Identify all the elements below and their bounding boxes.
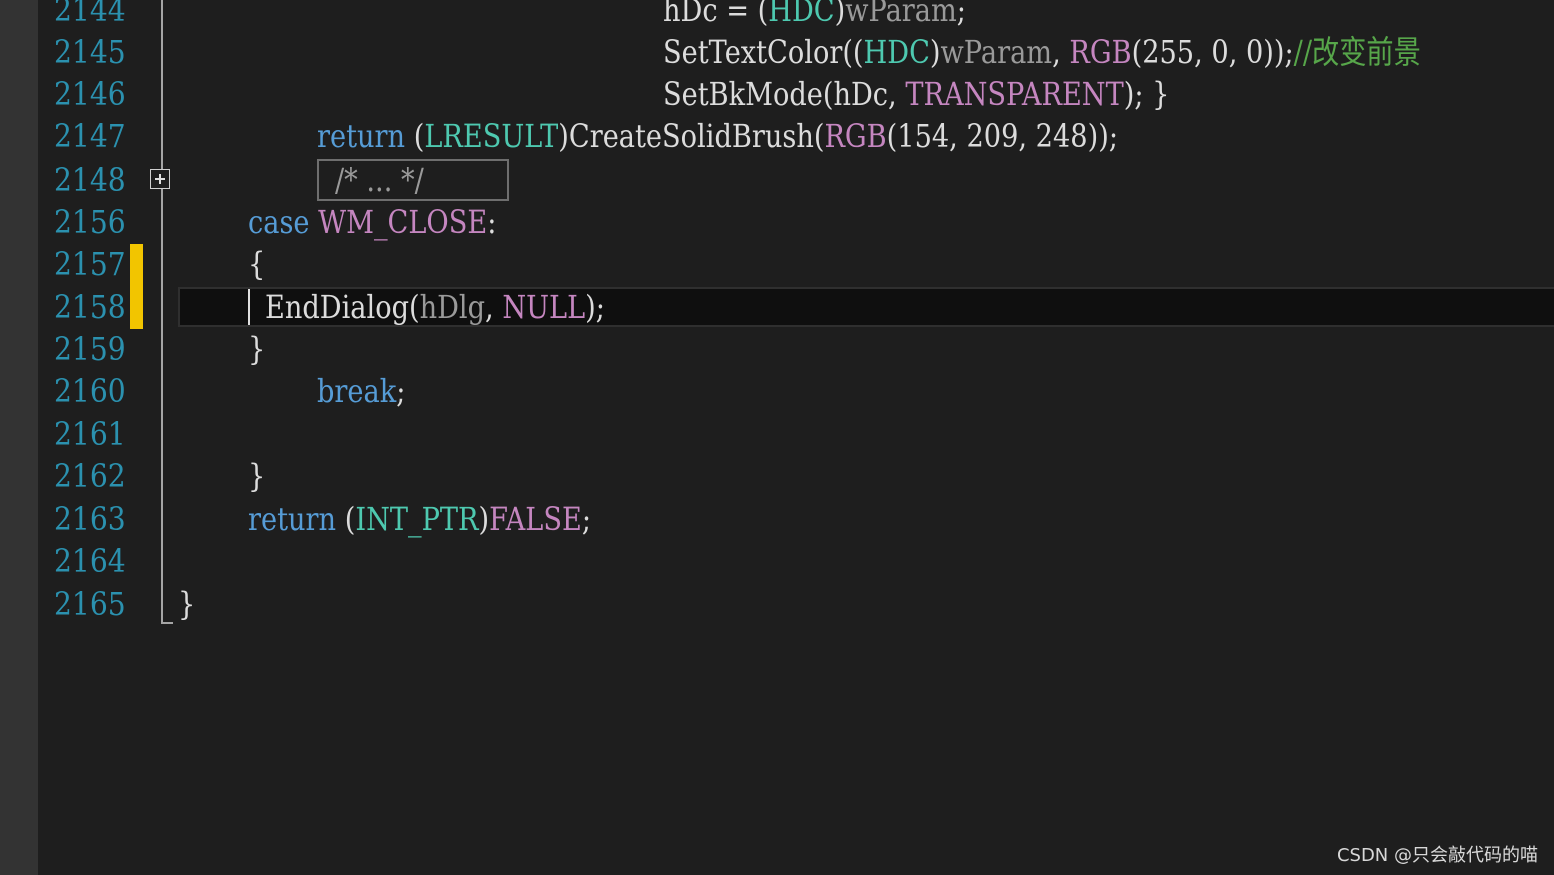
code-token: :	[487, 203, 497, 241]
code-token: //改变前景	[1293, 33, 1421, 71]
code-line[interactable]: 2156 case WM_CLOSE:	[38, 201, 1554, 243]
line-number: 2165	[54, 585, 126, 623]
code-token: (	[757, 0, 769, 29]
code-text[interactable]: case WM_CLOSE:	[248, 201, 496, 243]
code-line[interactable]: 2158 EndDialog(hDlg, NULL);	[38, 286, 1554, 328]
code-token: ); }	[1123, 75, 1170, 113]
code-editor[interactable]: 2144 hDc = (HDC)wParam; 2145 SetTextColor((…	[38, 0, 1554, 875]
code-text[interactable]: /* ... */	[335, 159, 424, 201]
line-number: 2159	[54, 330, 126, 368]
code-text[interactable]: break;	[317, 370, 405, 412]
code-line[interactable]: 2146 SetBkMode(hDc, TRANSPARENT); }	[38, 73, 1554, 115]
code-token: WM_CLOSE	[318, 203, 488, 241]
code-token: )	[929, 33, 941, 71]
code-line[interactable]: 2148 /* ... */	[38, 159, 1554, 201]
code-token: }	[178, 585, 196, 623]
code-token: {	[248, 245, 266, 283]
code-text[interactable]: SetTextColor((HDC)wParam, RGB(255, 0, 0)…	[663, 31, 1421, 73]
code-token: NULL	[502, 288, 586, 326]
code-line[interactable]: 2162}	[38, 455, 1554, 497]
line-number: 2157	[54, 245, 126, 283]
code-token: (255, 0, 0));	[1131, 33, 1294, 71]
code-token: case	[248, 203, 319, 241]
code-token: return	[248, 500, 345, 538]
code-token: SetTextColor	[663, 33, 843, 71]
code-text[interactable]: SetBkMode(hDc, TRANSPARENT); }	[663, 73, 1169, 115]
code-token: hDlg	[419, 288, 486, 326]
code-line[interactable]: 2144 hDc = (HDC)wParam;	[38, 0, 1554, 31]
line-number: 2144	[54, 0, 126, 29]
code-line[interactable]: 2165}	[38, 583, 1554, 625]
code-token: RGB	[824, 117, 887, 155]
code-token: ;	[396, 372, 406, 410]
line-number: 2145	[54, 33, 126, 71]
code-token: FALSE	[489, 500, 582, 538]
code-text[interactable]: }	[248, 328, 265, 370]
code-token: )	[478, 500, 490, 538]
line-number: 2147	[54, 117, 126, 155]
code-token: EndDialog	[265, 288, 409, 326]
code-line[interactable]: 2164	[38, 540, 1554, 582]
code-token: HDC	[768, 0, 835, 29]
code-token: HDC	[863, 33, 930, 71]
watermark: CSDN @只会敲代码的喵	[1336, 845, 1538, 866]
code-token: (	[813, 117, 825, 155]
code-token: (	[344, 500, 356, 538]
code-token: (	[413, 117, 425, 155]
line-number: 2162	[54, 457, 126, 495]
code-token: ;	[581, 500, 592, 538]
left-margin	[0, 0, 38, 875]
code-line[interactable]: 2161	[38, 413, 1554, 455]
code-token: (154, 209, 248));	[886, 117, 1118, 155]
code-text[interactable]: return (INT_PTR)FALSE;	[248, 498, 591, 540]
line-number: 2160	[54, 372, 126, 410]
code-text[interactable]: EndDialog(hDlg, NULL);	[265, 286, 605, 328]
code-token: INT_PTR	[355, 500, 479, 538]
code-token: ,	[1052, 33, 1070, 71]
code-token: );	[585, 288, 605, 326]
code-line[interactable]: 2160 break;	[38, 370, 1554, 412]
code-token: hDc =	[663, 0, 758, 29]
code-token: TRANSPARENT	[905, 75, 1124, 113]
code-line[interactable]: 2145 SetTextColor((HDC)wParam, RGB(255, 0…	[38, 31, 1554, 73]
code-line[interactable]: 2163 return (INT_PTR)FALSE;	[38, 498, 1554, 540]
code-token: return	[317, 117, 414, 155]
code-token: }	[248, 457, 266, 495]
code-token: )	[834, 0, 846, 29]
code-token: SetBkMode	[663, 75, 823, 113]
line-number: 2148	[54, 161, 126, 199]
code-token: break	[317, 372, 397, 410]
line-number: 2163	[54, 500, 126, 538]
code-token: (	[408, 288, 420, 326]
code-line[interactable]: 2157 {	[38, 243, 1554, 285]
code-token: ,	[485, 288, 503, 326]
code-token: CreateSolidBrush	[568, 117, 814, 155]
line-number: 2164	[54, 542, 126, 580]
code-token: RGB	[1069, 33, 1132, 71]
line-number: 2161	[54, 415, 126, 453]
code-token: ;	[956, 0, 966, 29]
line-number: 2156	[54, 203, 126, 241]
line-number: 2146	[54, 75, 126, 113]
code-token: wParam	[940, 33, 1053, 71]
code-token: LRESULT	[424, 117, 559, 155]
code-text[interactable]: return (LRESULT)CreateSolidBrush(RGB(154…	[317, 115, 1118, 157]
code-token: }	[248, 330, 266, 368]
code-text[interactable]: {	[248, 243, 265, 285]
code-text[interactable]: }	[178, 583, 195, 625]
code-token: (hDc,	[822, 75, 906, 113]
line-number: 2158	[54, 288, 126, 326]
code-line[interactable]: 2159}	[38, 328, 1554, 370]
code-token: /* ... */	[335, 161, 424, 199]
code-text[interactable]: hDc = (HDC)wParam;	[663, 0, 966, 31]
code-line[interactable]: 2147 return (LRESULT)CreateSolidBrush(RGB…	[38, 115, 1554, 157]
code-token: )	[558, 117, 569, 155]
code-token: ((	[842, 33, 864, 71]
code-text[interactable]: }	[248, 455, 265, 497]
code-token: wParam	[845, 0, 957, 29]
